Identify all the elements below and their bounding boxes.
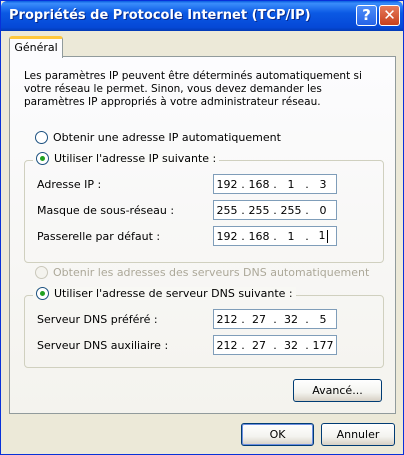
tcpip-properties-dialog: Propriétés de Protocole Internet (TCP/IP… (0, 0, 404, 455)
subnet-mask-label: Masque de sous-réseau : (37, 204, 175, 217)
dns-manual-option[interactable]: Utiliser l'adresse de serveur DNS suivan… (33, 287, 296, 300)
title-bar[interactable]: Propriétés de Protocole Internet (TCP/IP… (1, 1, 403, 31)
alternate-dns-field[interactable]: 212. 27. 32. 177 (213, 335, 337, 355)
octet: 168 (248, 229, 270, 243)
octet: 32 (284, 338, 298, 352)
dns-manual-label: Utiliser l'adresse de serveur DNS suivan… (54, 287, 293, 300)
octet: 27 (252, 312, 266, 326)
ip-address-field[interactable]: 192. 168. 1. 3 (213, 174, 337, 194)
dns-auto-label: Obtenir les adresses des serveurs DNS au… (53, 266, 370, 279)
octet: 32 (284, 312, 298, 326)
window-title: Propriétés de Protocole Internet (TCP/IP… (9, 8, 311, 23)
octet-with-caret: 1 (310, 229, 336, 243)
octet: 1 (287, 229, 295, 243)
octet: 3 (319, 177, 327, 191)
preferred-dns-field[interactable]: 212. 27. 32. 5 (213, 309, 337, 329)
ip-auto-option[interactable]: Obtenir une adresse IP automatiquement (35, 131, 281, 144)
intro-text: Les paramètres IP peuvent être déterminé… (24, 70, 362, 108)
octet: 255 (248, 203, 270, 217)
octet: 5 (319, 312, 327, 326)
ip-auto-radio[interactable] (35, 131, 48, 144)
advanced-button[interactable]: Avancé... (293, 379, 382, 402)
close-button[interactable]: ✕ (379, 5, 400, 26)
dns-auto-radio (35, 266, 48, 279)
text-caret (326, 229, 328, 243)
preferred-dns-label: Serveur DNS préféré : (37, 313, 158, 326)
dns-manual-radio[interactable] (36, 287, 49, 300)
ok-button[interactable]: OK (241, 423, 314, 446)
octet: 1 (318, 229, 326, 243)
help-button[interactable]: ? (356, 5, 377, 26)
tab-general[interactable]: Général (9, 36, 63, 58)
octet: 255 (216, 203, 238, 217)
dns-manual-group (24, 295, 384, 368)
general-tab-panel: Les paramètres IP peuvent être déterminé… (9, 56, 396, 414)
ip-manual-radio[interactable] (36, 152, 49, 165)
cancel-button[interactable]: Annuler (321, 423, 395, 446)
ip-manual-option[interactable]: Utiliser l'adresse IP suivante : (33, 152, 220, 165)
octet: 177 (312, 338, 334, 352)
ip-address-label: Adresse IP : (37, 178, 102, 191)
octet: 212 (216, 338, 238, 352)
dns-auto-option: Obtenir les adresses des serveurs DNS au… (35, 266, 369, 279)
octet: 192 (216, 229, 238, 243)
octet: 0 (319, 203, 327, 217)
octet: 168 (248, 177, 270, 191)
octet: 192 (216, 177, 238, 191)
octet: 255 (280, 203, 302, 217)
subnet-mask-field[interactable]: 255. 255. 255. 0 (213, 200, 337, 220)
octet: 27 (252, 338, 266, 352)
octet: 1 (287, 177, 295, 191)
ip-auto-label: Obtenir une adresse IP automatiquement (53, 131, 281, 144)
alternate-dns-label: Serveur DNS auxiliaire : (37, 339, 169, 352)
default-gateway-label: Passerelle par défaut : (37, 230, 161, 243)
ip-manual-label: Utiliser l'adresse IP suivante : (54, 152, 217, 165)
octet: 212 (216, 312, 238, 326)
default-gateway-field[interactable]: 192. 168. 1. 1 (213, 226, 337, 246)
